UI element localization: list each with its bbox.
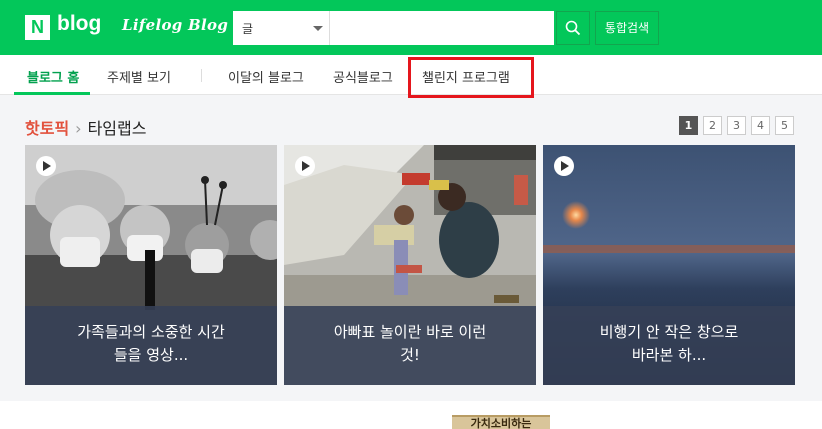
card-dad-play[interactable]: 아빠표 놀이란 바로 이런 것! [284,145,536,385]
blog-logo[interactable]: blog [57,12,101,36]
next-section [0,401,822,429]
section-subtitle: 타임랩스 [87,119,147,138]
page-button-4[interactable]: 4 [751,116,770,135]
card-caption: 아빠표 놀이란 바로 이런 것! [284,306,536,385]
search-scope-label: 글 [242,22,254,36]
nav-active-underline [14,92,90,95]
promo-thumbnail[interactable]: 가치소비하는 [452,415,550,429]
nav-item-official-blog[interactable]: 공식블로그 [333,67,393,86]
page-button-1[interactable]: 1 [679,116,698,135]
page-button-5[interactable]: 5 [775,116,794,135]
card-caption: 가족들과의 소중한 시간 들을 영상... [25,306,277,385]
search-scope-select[interactable]: 글 [233,11,330,45]
search-button[interactable] [556,11,590,45]
page-button-2[interactable]: 2 [703,116,722,135]
top-header: N blog Lifelog Blog 글 통합검색 [0,0,822,55]
play-icon [295,156,315,176]
card-airplane-sky[interactable]: 비행기 안 작은 창으로 바라본 하... [543,145,795,385]
caption-line-2: 들을 영상... [113,346,189,364]
search-icon [565,20,581,36]
chevron-right-icon: › [75,119,82,138]
nav-item-monthly-blog[interactable]: 이달의 블로그 [228,67,304,86]
caption-line-1: 아빠표 놀이란 바로 이런 [333,323,487,341]
caption-line-1: 비행기 안 작은 창으로 [599,323,739,341]
section-header: 핫토픽 › 타임랩스 [25,115,146,139]
card-family[interactable]: 가족들과의 소중한 시간 들을 영상... [25,145,277,385]
caption-line-2: 바라본 하... [631,346,707,364]
nav-item-blog-home[interactable]: 블로그 홈 [27,67,79,86]
play-icon [554,156,574,176]
total-search-button[interactable]: 통합검색 [595,11,659,45]
lifelog-blog-logo[interactable]: Lifelog Blog [122,16,228,34]
card-caption: 비행기 안 작은 창으로 바라본 하... [543,306,795,385]
page-button-3[interactable]: 3 [727,116,746,135]
caption-line-2: 것! [400,346,420,364]
caption-line-1: 가족들과의 소중한 시간 [77,323,225,341]
play-icon [36,156,56,176]
nav-item-topics[interactable]: 주제별 보기 [107,67,171,86]
highlight-box [408,57,534,98]
hot-topic-label[interactable]: 핫토픽 [25,119,69,138]
naver-logo[interactable]: N [25,15,50,40]
search-input[interactable] [330,11,554,45]
nav-divider [201,69,202,82]
pager: 1 2 3 4 5 [679,116,794,135]
caret-down-icon [313,26,323,31]
